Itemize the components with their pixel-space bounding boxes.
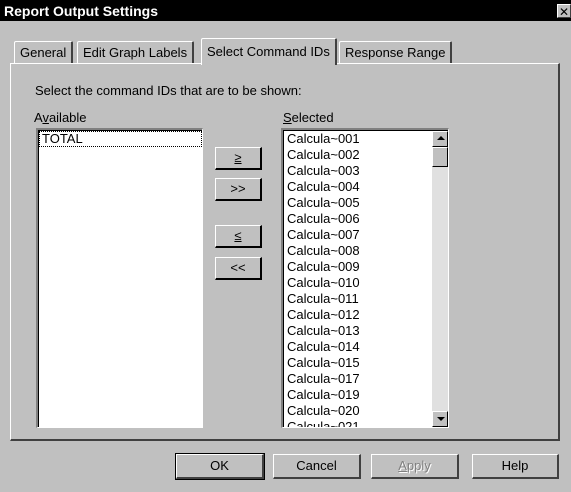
selected-list-item[interactable]: Calcula~010	[284, 275, 432, 291]
selected-list-item[interactable]: Calcula~020	[284, 403, 432, 419]
scroll-thumb[interactable]	[432, 147, 448, 167]
selected-list-item[interactable]: Calcula~001	[284, 131, 432, 147]
selected-list-item[interactable]: Calcula~017	[284, 371, 432, 387]
available-list-item[interactable]: TOTAL	[39, 131, 202, 147]
remove-all-button[interactable]: <<	[215, 257, 262, 280]
available-label-part: ailable	[48, 110, 87, 125]
ok-button[interactable]: OK	[175, 453, 265, 480]
available-list: TOTAL	[38, 130, 202, 427]
selected-list-item[interactable]: Calcula~003	[284, 163, 432, 179]
add-all-button-label: >>	[230, 181, 246, 196]
selected-listbox[interactable]: Calcula~001 Calcula~002 Calcula~003 Calcula…	[281, 128, 449, 428]
selected-list-item[interactable]: Calcula~019	[284, 387, 432, 403]
ok-button-label: OK	[210, 458, 229, 473]
apply-button-mnemonic: A	[398, 458, 407, 473]
remove-button-label: ≤	[234, 228, 242, 243]
selected-label-part: elected	[291, 110, 334, 125]
apply-button[interactable]: Apply	[371, 454, 459, 479]
arrow-down-icon	[437, 417, 445, 421]
tab-edit-graph-labels[interactable]: Edit Graph Labels	[77, 41, 195, 64]
close-icon: ✕	[558, 5, 570, 19]
help-button-label: Help	[501, 458, 529, 473]
selected-list-item[interactable]: Calcula~009	[284, 259, 432, 275]
help-button[interactable]: Help	[472, 454, 559, 479]
close-button[interactable]: ✕	[557, 4, 571, 19]
selected-list-item[interactable]: Calcula~005	[284, 195, 432, 211]
tab-response-range-label: Response Range	[345, 45, 446, 60]
tab-edit-graph-labels-label: Edit Graph Labels	[83, 45, 188, 60]
selected-list: Calcula~001 Calcula~002 Calcula~003 Calcula…	[284, 131, 432, 427]
apply-button-label: pply	[406, 458, 431, 473]
tab-general-label: General	[20, 45, 67, 60]
selected-list-item[interactable]: Calcula~014	[284, 339, 432, 355]
remove-button[interactable]: ≤	[215, 225, 262, 248]
available-label: Available	[34, 110, 87, 125]
instructions-text: Select the command IDs that are to be sh…	[35, 83, 302, 98]
selected-list-item[interactable]: Calcula~002	[284, 147, 432, 163]
tab-panel-select-command-ids: Select the command IDs that are to be sh…	[10, 63, 560, 441]
scroll-down-button[interactable]	[432, 411, 448, 427]
selected-label-mnemonic: S	[283, 110, 292, 125]
window-title: Report Output Settings	[4, 3, 158, 19]
selected-list-item[interactable]: Calcula~015	[284, 355, 432, 371]
title-bar: Report Output Settings ✕	[0, 0, 571, 21]
selected-list-item[interactable]: Calcula~007	[284, 227, 432, 243]
remove-all-button-label: <<	[230, 260, 246, 275]
cancel-button-label: Cancel	[296, 458, 337, 473]
selected-list-item[interactable]: Calcula~012	[284, 307, 432, 323]
tab-select-command-ids-label: Select Command IDs	[207, 44, 330, 59]
tab-select-command-ids[interactable]: Select Command IDs	[201, 38, 337, 65]
add-button[interactable]: ≥	[215, 147, 262, 170]
selected-list-item[interactable]: Calcula~008	[284, 243, 432, 259]
selected-list-item[interactable]: Calcula~006	[284, 211, 432, 227]
selected-list-item[interactable]: Calcula~013	[284, 323, 432, 339]
selected-list-item[interactable]: Calcula~021	[284, 419, 432, 427]
report-output-settings-dialog: Report Output Settings ✕ General Edit Gr…	[0, 0, 571, 492]
arrow-up-icon	[437, 136, 445, 140]
selected-list-item[interactable]: Calcula~004	[284, 179, 432, 195]
tab-general[interactable]: General	[14, 41, 74, 64]
add-button-label: ≥	[234, 150, 242, 165]
scroll-up-button[interactable]	[432, 131, 448, 147]
selected-list-frame: Calcula~001 Calcula~002 Calcula~003 Calcula…	[283, 130, 448, 427]
selected-list-item[interactable]: Calcula~011	[284, 291, 432, 307]
selected-list-scrollbar[interactable]	[432, 131, 448, 427]
selected-label: Selected	[283, 110, 334, 125]
tab-response-range[interactable]: Response Range	[339, 41, 453, 64]
available-listbox[interactable]: TOTAL	[36, 128, 203, 428]
add-all-button[interactable]: >>	[215, 178, 262, 201]
cancel-button[interactable]: Cancel	[273, 454, 361, 479]
